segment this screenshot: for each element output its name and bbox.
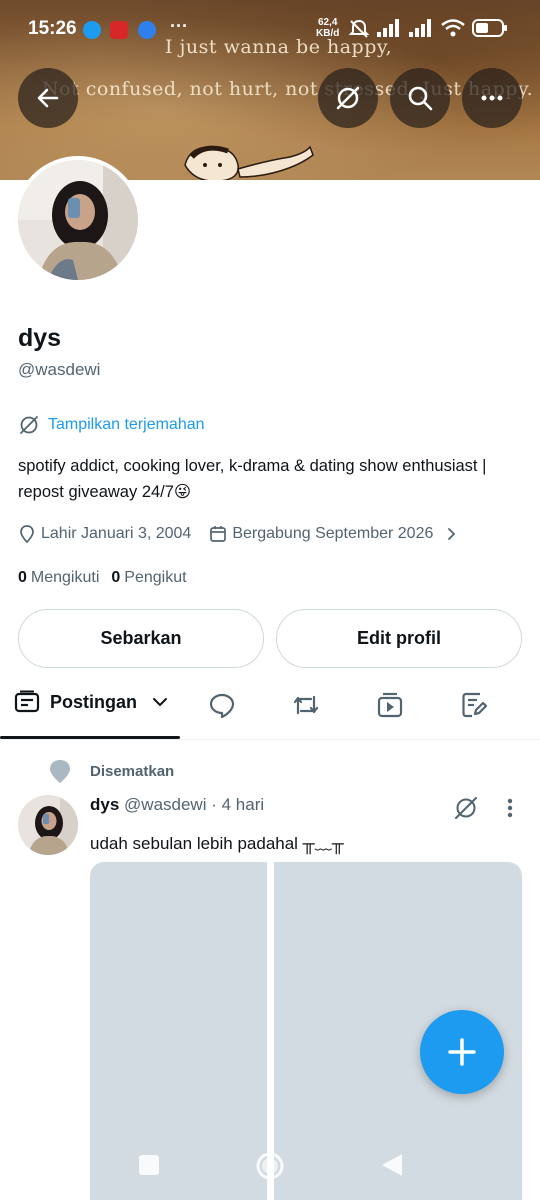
profile-tabs: Postingan [0, 682, 540, 740]
reply-icon [209, 693, 235, 719]
home-icon[interactable] [255, 1151, 285, 1181]
share-button[interactable]: Sebarkan [18, 609, 264, 668]
avatar-photo [18, 160, 138, 280]
signal-icon-1 [377, 19, 399, 37]
tweet-author-name[interactable]: dys [90, 795, 119, 814]
tweet-more-icon[interactable] [500, 796, 520, 822]
followers-count: 0 [111, 569, 121, 586]
location-icon [20, 525, 34, 544]
joined-date[interactable]: Bergabung September 2026 [209, 525, 458, 543]
message-notification-icon [138, 21, 156, 39]
banner-doodle [184, 145, 314, 180]
profile-handle: @wasdewi [18, 360, 101, 379]
more-options-button[interactable] [462, 68, 522, 128]
tweet-text: udah sebulan lebih padahal ╥﹏╥ [90, 834, 344, 853]
profile-name: dys [18, 324, 62, 352]
tab-posts[interactable]: Postingan [14, 690, 169, 714]
system-nav-bar [0, 1140, 540, 1190]
profile-meta: Lahir Januari 3, 2004 Bergabung Septembe… [18, 524, 476, 544]
compose-button[interactable] [420, 1010, 504, 1094]
repost-icon [293, 695, 319, 715]
followers-link[interactable]: 0 Pengikut [111, 569, 186, 587]
birth-date: Lahir Januari 3, 2004 [18, 524, 191, 544]
signal-icon-2 [409, 19, 431, 37]
birth-date-text: Lahir Januari 3, 2004 [41, 525, 192, 542]
tab-posts-label: Postingan [50, 691, 138, 712]
recent-apps-icon[interactable] [137, 1153, 161, 1177]
article-icon [462, 692, 488, 718]
network-speed: 62,4 KB/d [316, 17, 339, 39]
status-bar: 15:26 ··· 62,4 KB/d [0, 0, 540, 58]
tab-media[interactable] [375, 690, 405, 720]
plus-icon [448, 1038, 476, 1066]
following-label: Mengikuti [30, 569, 100, 586]
banner-text-line2: Not confused, not hurt, not stressed. Ju… [42, 78, 534, 100]
profile-avatar[interactable] [14, 156, 142, 284]
calendar-icon [210, 526, 227, 542]
grok-icon [336, 86, 360, 110]
tweet-header: dys @wasdewi · 4 hari [90, 795, 264, 815]
tweet-author-avatar[interactable] [18, 795, 78, 855]
wifi-icon [441, 19, 465, 37]
grok-button[interactable] [318, 68, 378, 128]
following-link[interactable]: 0 Mengikuti [18, 569, 99, 587]
pin-icon [50, 760, 70, 783]
net-speed-value: 62,4 [317, 17, 338, 28]
follow-stats: 0 Mengikuti 0 Pengikut [18, 569, 187, 587]
grok-translate-icon [20, 416, 38, 434]
search-icon [408, 86, 433, 111]
chevron-down-icon [153, 698, 168, 707]
pinned-label: Disematkan [90, 762, 175, 780]
translate-bio-link[interactable]: Tampilkan terjemahan [18, 414, 205, 436]
more-icon [481, 95, 503, 101]
overflow-notifications: ··· [170, 16, 188, 36]
back-button[interactable] [18, 68, 78, 128]
joined-date-text: Bergabung September 2026 [232, 525, 434, 542]
translate-label: Tampilkan terjemahan [48, 416, 205, 433]
net-speed-unit: KB/d [316, 28, 340, 39]
active-tab-indicator [0, 736, 180, 739]
tweet-author-handle[interactable]: @wasdewi [124, 795, 206, 814]
tab-articles[interactable] [459, 690, 489, 720]
search-button[interactable] [390, 68, 450, 128]
pinned-indicator: Disematkan [48, 758, 174, 784]
app-notification-icon [110, 21, 128, 39]
twitter-notification-icon [83, 21, 101, 39]
battery-icon [472, 19, 507, 37]
status-time: 15:26 [28, 18, 77, 39]
back-nav-icon[interactable] [380, 1152, 404, 1178]
tweet-time: · 4 hari [211, 795, 265, 814]
mute-icon [348, 19, 370, 38]
tweet-avatar-photo [18, 795, 78, 855]
profile-bio: spotify addict, cooking lover, k-drama &… [18, 457, 487, 501]
tab-replies[interactable] [207, 690, 237, 720]
edit-profile-button[interactable]: Edit profil [276, 609, 522, 668]
following-count: 0 [18, 569, 27, 586]
posts-icon [14, 690, 40, 713]
tab-reposts[interactable] [291, 690, 321, 720]
chevron-right-icon [448, 528, 456, 540]
followers-label: Pengikut [124, 569, 187, 586]
back-icon [37, 88, 59, 108]
media-icon [377, 692, 403, 718]
tweet-grok-icon[interactable] [452, 794, 480, 822]
